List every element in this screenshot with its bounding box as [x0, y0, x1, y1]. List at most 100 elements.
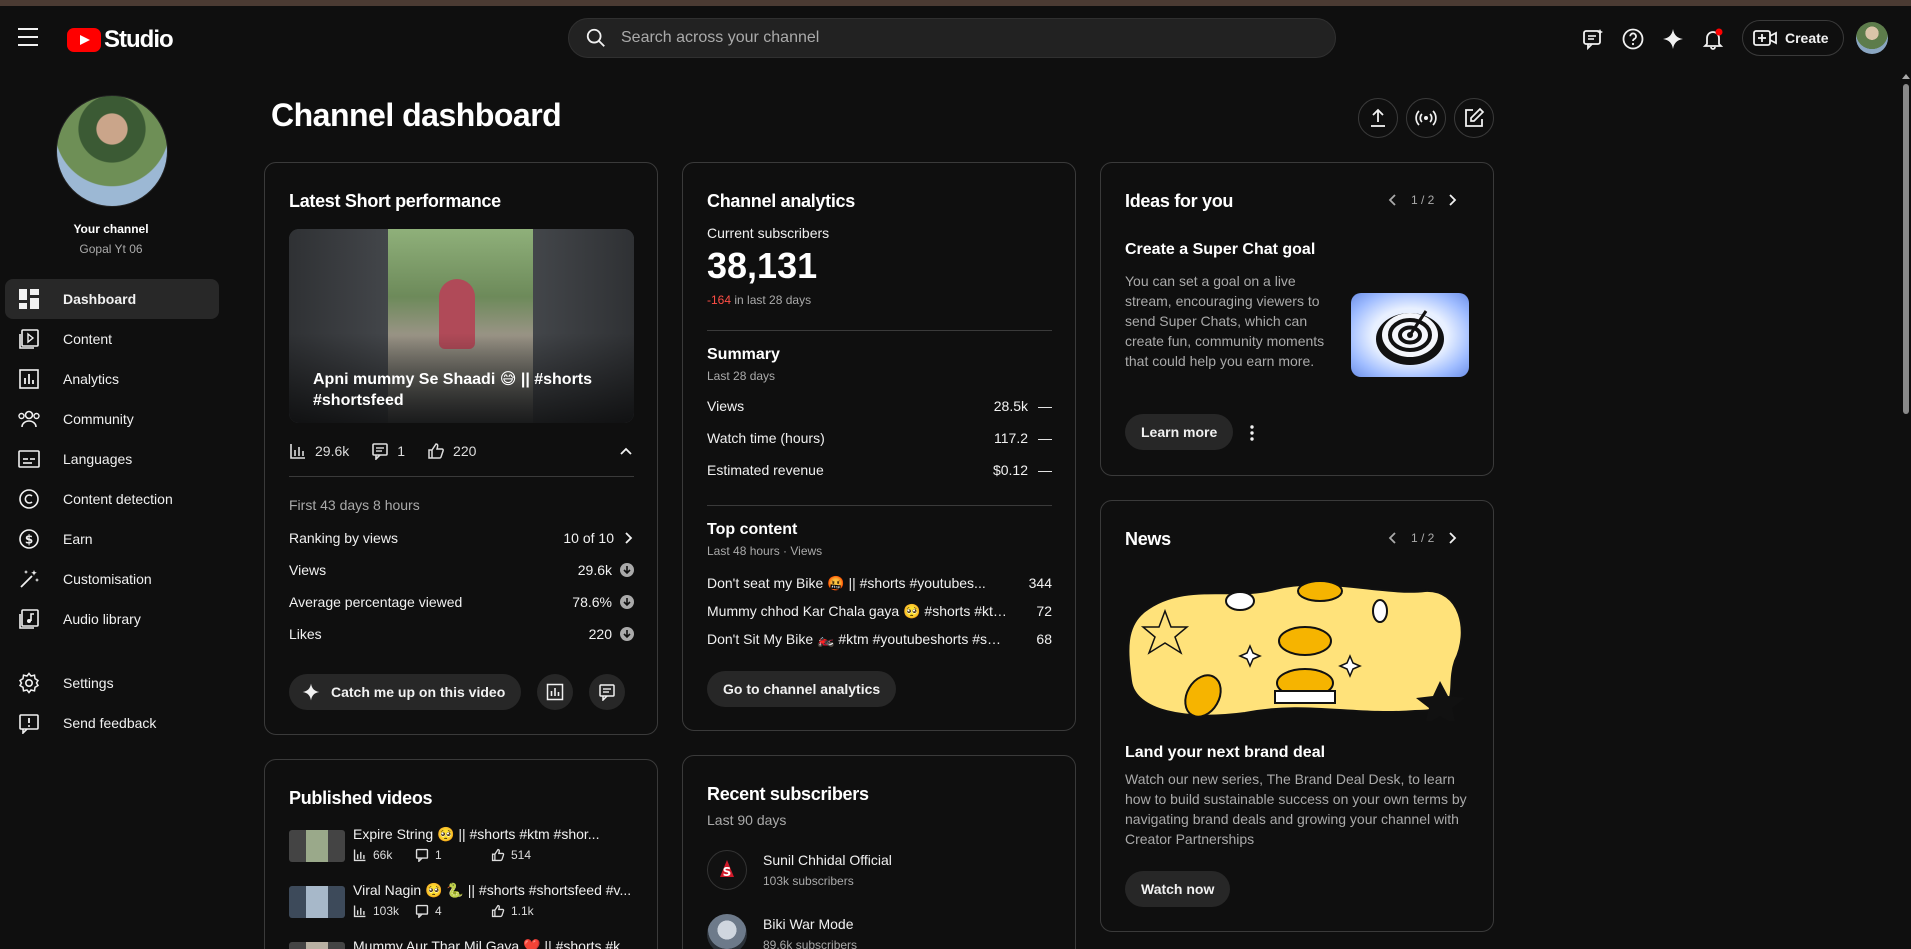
page-title: Channel dashboard [271, 97, 562, 133]
sidebar-item-content[interactable]: Content [5, 319, 219, 359]
sidebar-nav: Dashboard Content Analytics Community La… [5, 279, 219, 639]
published-video-row[interactable]: Viral Nagin 🥺 🐍 || #shorts #shortsfeed #… [289, 880, 634, 920]
ranking-row[interactable]: Ranking by views 10 of 10 [289, 527, 634, 549]
chevron-left-icon[interactable] [1387, 193, 1397, 207]
sidebar-item-languages[interactable]: Languages [5, 439, 219, 479]
menu-icon[interactable] [18, 28, 42, 46]
subscriber-row[interactable]: S Sunil Chhidal Official 103k subscriber… [707, 850, 1052, 890]
bar-chart-icon [290, 444, 305, 459]
sparkle-icon[interactable] [1660, 26, 1686, 52]
chevron-right-icon [625, 532, 633, 544]
scroll-up-arrow[interactable] [1902, 74, 1910, 79]
idea-title: Create a Super Chat goal [1125, 241, 1316, 258]
search-bar[interactable] [568, 18, 1336, 58]
more-vert-icon[interactable] [1249, 425, 1255, 441]
subs-label: Current subscribers [707, 225, 830, 241]
learn-more-button[interactable]: Learn more [1125, 414, 1234, 450]
help-icon[interactable] [1620, 26, 1646, 52]
short-analytics-button[interactable] [537, 674, 574, 710]
likes-row: Likes 220 [289, 623, 634, 645]
analytics-icon [547, 683, 564, 701]
studio-logo[interactable]: Studio [67, 26, 174, 54]
chevron-left-icon[interactable] [1387, 531, 1397, 545]
short-thumbnail[interactable]: Apni mummy Se Shaadi 😅 || #shorts #short… [289, 229, 634, 423]
published-video-row[interactable]: Mummy Aur Thar Mil Gaya ❤️ || #shorts #k… [289, 936, 634, 949]
target-icon [1376, 310, 1444, 365]
sidebar-item-dashboard[interactable]: Dashboard [5, 279, 219, 319]
upload-button[interactable] [1358, 98, 1398, 138]
summary-label: Watch time (hours) [707, 430, 825, 446]
card-title: Recent subscribers [707, 784, 869, 804]
comments-feed-icon[interactable] [1580, 26, 1606, 52]
account-avatar[interactable] [1856, 22, 1888, 54]
sidebar-item-customisation[interactable]: Customisation [5, 559, 219, 599]
magic-wand-icon [17, 567, 41, 591]
latest-short-card: Latest Short performance Apni mummy Se S… [264, 162, 658, 735]
sidebar-item-label: Dashboard [63, 291, 137, 307]
sidebar-item-label: Content [63, 331, 113, 347]
sidebar-item-label: Earn [63, 531, 93, 547]
card-title: Latest Short performance [289, 191, 501, 211]
top-content-row[interactable]: Mummy chhod Kar Chala gaya 🥺 #shorts #kt… [707, 601, 1052, 621]
brand-deal-illustration [1127, 580, 1465, 721]
chevron-right-icon[interactable] [1448, 193, 1458, 207]
catch-me-up-label: Catch me up on this video [331, 684, 506, 700]
notifications-bell-icon[interactable] [1700, 26, 1726, 52]
sidebar-item-analytics[interactable]: Analytics [5, 359, 219, 399]
page-scrollbar[interactable] [1903, 84, 1909, 414]
super-chat-goal-image [1351, 293, 1469, 377]
sidebar: Your channel Gopal Yt 06 Dashboard Conte… [0, 70, 222, 949]
summary-value: 117.2 [994, 430, 1028, 446]
go-live-button[interactable] [1406, 98, 1446, 138]
sidebar-item-label: Settings [63, 675, 114, 691]
short-comments: 1 [397, 443, 406, 459]
sparkle-icon [302, 683, 320, 701]
top-content-row[interactable]: Don't seat my Bike 🤬 || #shorts #youtube… [707, 573, 1052, 593]
thumbs-up-icon [491, 904, 505, 918]
subs-change: -164 in last 28 days [707, 293, 811, 307]
summary-label: Estimated revenue [707, 462, 824, 478]
channel-avatar[interactable] [56, 95, 168, 207]
sidebar-item-earn[interactable]: $ Earn [5, 519, 219, 559]
news-card: News 1 / 2 Land your next brand deal Wat… [1100, 500, 1494, 932]
catch-me-up-button[interactable]: Catch me up on this video [289, 674, 522, 710]
sidebar-item-community[interactable]: Community [5, 399, 219, 439]
short-title[interactable]: Apni mummy Se Shaadi 😅 || #shorts #short… [313, 369, 603, 411]
sidebar-item-settings[interactable]: Settings [5, 663, 219, 703]
create-post-button[interactable] [1454, 98, 1494, 138]
sidebar-item-label: Languages [63, 451, 133, 467]
video-views: 103k [373, 904, 400, 918]
short-comments-button[interactable] [589, 674, 626, 710]
sidebar-item-content-detection[interactable]: Content detection [5, 479, 219, 519]
video-stats: 66k 1 514 [353, 848, 531, 862]
sidebar-item-label: Audio library [63, 611, 141, 627]
chevron-up-icon[interactable] [618, 444, 634, 458]
summary-title: Summary [707, 346, 780, 363]
create-button[interactable]: Create [1742, 20, 1844, 56]
search-input[interactable] [621, 29, 1301, 47]
top-content-period: Last 48 hours · Views [707, 544, 823, 558]
views-label: Views [289, 562, 327, 578]
likes-label: Likes [289, 626, 322, 642]
top-content-title-text: Mummy chhod Kar Chala gaya 🥺 #shorts #kt… [707, 602, 1007, 619]
subscriber-row[interactable]: Biki War Mode 89.6k subscribers [707, 914, 1052, 949]
top-content-row[interactable]: Don't Sit My Bike 🏍️ #ktm #youtubeshorts… [707, 629, 1052, 649]
news-pager: 1 / 2 [1387, 531, 1458, 545]
bar-chart-icon [353, 905, 366, 918]
news-title: Land your next brand deal [1125, 744, 1326, 761]
subscriber-count: 89.6k subscribers [763, 938, 858, 949]
views-value: 29.6k [577, 562, 612, 578]
sidebar-item-audio-library[interactable]: Audio library [5, 599, 219, 639]
go-to-analytics-button[interactable]: Go to channel analytics [707, 671, 897, 707]
watch-now-button[interactable]: Watch now [1125, 871, 1231, 907]
published-video-row[interactable]: Expire String 🥺 || #shorts #ktm #shor...… [289, 824, 634, 864]
summary-row: Estimated revenue $0.12 — [707, 460, 1052, 480]
upload-icon [1371, 108, 1385, 127]
copyright-icon [17, 487, 41, 511]
video-stats: 103k 4 1.1k [353, 904, 534, 918]
chevron-right-icon[interactable] [1448, 531, 1458, 545]
sidebar-item-feedback[interactable]: Send feedback [5, 703, 219, 743]
summary-trend: — [1038, 430, 1052, 446]
pager-text: 1 / 2 [1411, 193, 1435, 207]
top-content-title: Top content [707, 521, 798, 538]
